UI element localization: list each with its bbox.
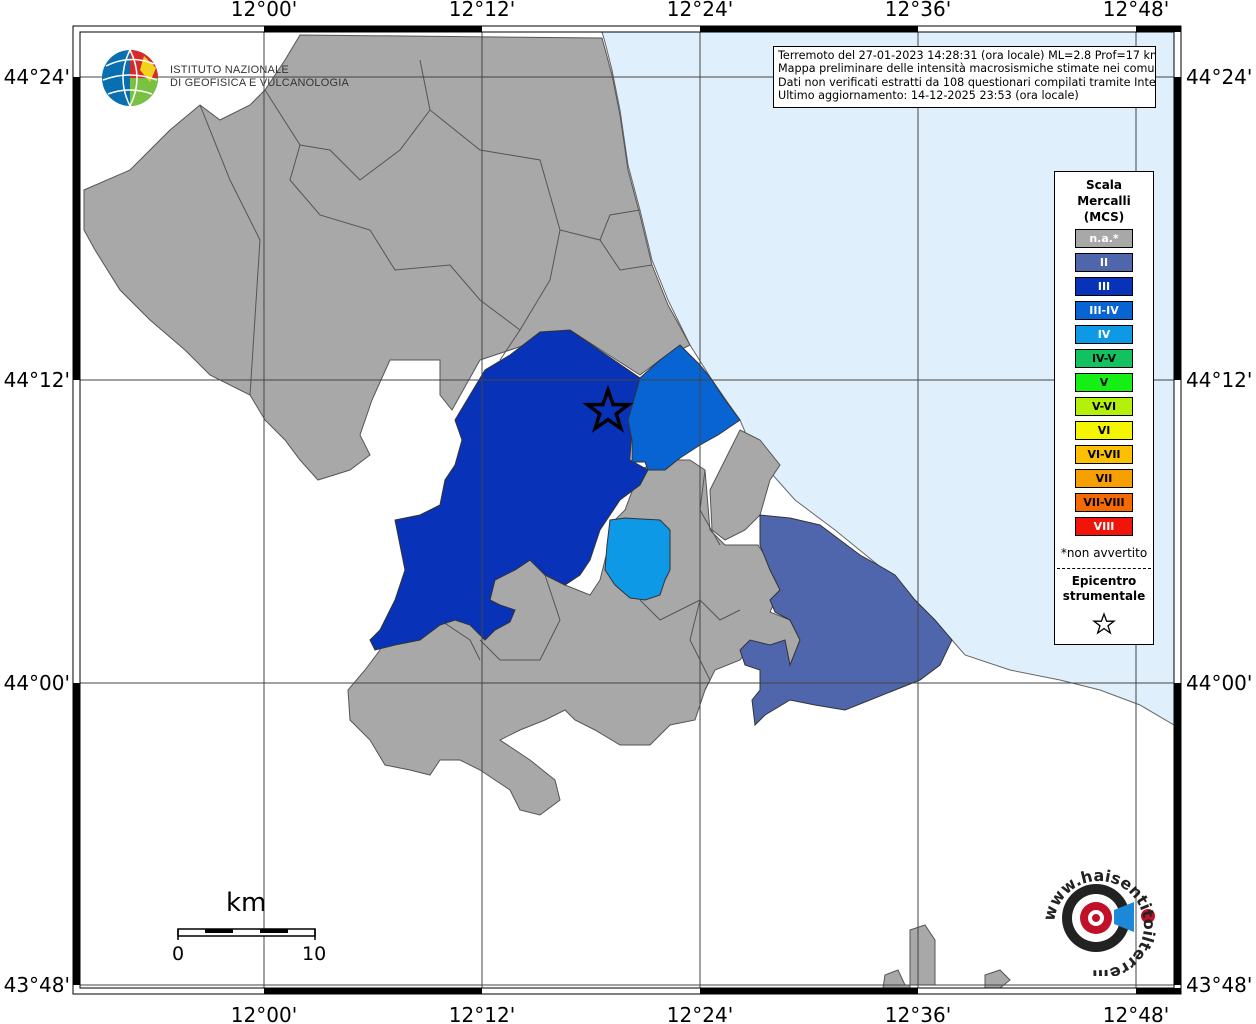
tick-top-3: 12°24' xyxy=(667,0,733,21)
legend-swatch-iv-v: IV-V xyxy=(1075,349,1133,368)
legend-swatch-viii: VIII xyxy=(1075,517,1133,536)
tick-left-4: 43°48' xyxy=(4,973,70,997)
tick-bottom-2: 12°12' xyxy=(449,1003,515,1024)
scalebar-unit: km xyxy=(226,888,267,918)
legend-star-icon xyxy=(1092,612,1116,635)
legend-epicenter-line1: Epicentro xyxy=(1071,574,1137,588)
legend-swatch-vi-vii: VI-VII xyxy=(1075,445,1133,464)
haisentito-logo: www.haisentitoilterremoto.it xyxy=(1031,851,1166,985)
scalebar-label-0: 0 xyxy=(172,943,185,965)
tick-left-3: 44°00' xyxy=(4,671,70,695)
legend-swatch-iv: IV xyxy=(1075,325,1133,344)
tick-top-4: 12°36' xyxy=(885,0,951,21)
tick-bottom-5: 12°48' xyxy=(1103,1003,1169,1024)
tick-right-3: 44°00' xyxy=(1186,671,1252,695)
legend-separator xyxy=(1057,568,1151,569)
scalebar-label-10: 10 xyxy=(302,943,327,965)
tick-bottom-4: 12°36' xyxy=(885,1003,951,1024)
legend-title-line3: (MCS) xyxy=(1083,210,1125,224)
tick-left-1: 44°24' xyxy=(4,65,70,89)
event-info-line4: Ultimo aggiornamento: 14-12-2025 23:53 (… xyxy=(778,89,1079,103)
ingv-logo xyxy=(100,48,164,114)
tick-bottom-1: 12°00' xyxy=(231,1003,297,1024)
legend-swatch-iii-iv: III-IV xyxy=(1075,301,1133,320)
event-info-box: Terremoto del 27-01-2023 14:28:31 (ora l… xyxy=(773,46,1156,108)
event-info-line3: Dati non verificati estratti da 108 ques… xyxy=(778,75,1156,89)
legend-epicenter-line2: strumentale xyxy=(1062,589,1146,603)
legend-swatch-v: V xyxy=(1075,373,1133,392)
tick-top-2: 12°12' xyxy=(449,0,515,21)
tick-top-1: 12°00' xyxy=(231,0,297,21)
tick-left-2: 44°12' xyxy=(4,368,70,392)
tick-top-5: 12°48' xyxy=(1103,0,1169,21)
legend-swatch-v-vi: V-VI xyxy=(1075,397,1133,416)
legend-swatch-ii: II xyxy=(1075,253,1133,272)
legend-title-line2: Mercalli xyxy=(1077,194,1131,208)
legend-title: Scala Mercalli (MCS) xyxy=(1055,177,1153,225)
legend-epicenter-label: Epicentro strumentale xyxy=(1055,574,1153,604)
haisentito-logo-icon: www.haisentitoilterremoto.it xyxy=(1031,851,1160,985)
legend-swatch-n-a: n.a.* xyxy=(1075,229,1133,248)
tick-right-4: 43°48' xyxy=(1186,973,1252,997)
legend-swatch-vi: VI xyxy=(1075,421,1133,440)
ingv-name-line1: ISTITUTO NAZIONALE xyxy=(170,64,289,76)
legend-swatch-iii: III xyxy=(1075,277,1133,296)
ingv-globe-icon xyxy=(102,49,158,107)
tick-bottom-3: 12°24' xyxy=(667,1003,733,1024)
mcs-legend: Scala Mercalli (MCS) n.a.* II III III-IV IV I… xyxy=(1054,171,1154,645)
legend-swatch-vii-viii: VII-VIII xyxy=(1075,493,1133,512)
tick-right-2: 44°12' xyxy=(1186,368,1252,392)
tick-right-1: 44°24' xyxy=(1186,65,1252,89)
ingv-name-line2: DI GEOFISICA E VULCANOLOGIA xyxy=(170,77,349,89)
ingv-name: ISTITUTO NAZIONALE DI GEOFISICA E VULCAN… xyxy=(170,64,349,90)
event-info-line2: Mappa preliminare delle intensità macros… xyxy=(778,62,1156,76)
event-info-line1: Terremoto del 27-01-2023 14:28:31 (ora l… xyxy=(778,49,1156,62)
legend-title-line1: Scala xyxy=(1085,178,1123,192)
legend-swatch-vii: VII xyxy=(1075,469,1133,488)
legend-note: *non avvertito xyxy=(1060,546,1148,560)
